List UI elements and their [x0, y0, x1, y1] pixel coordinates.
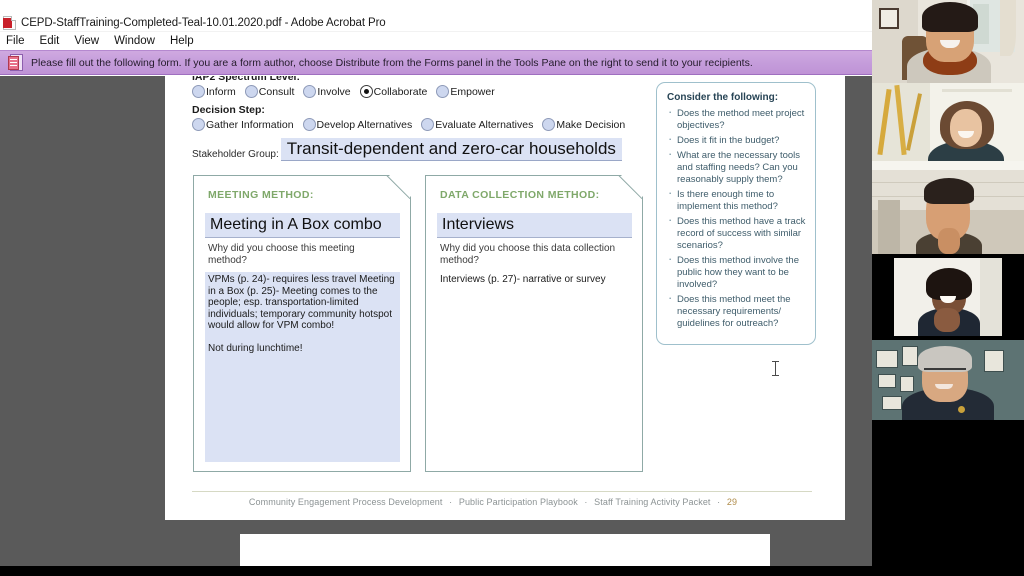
pdf-icon — [3, 15, 16, 30]
page-number: 29 — [726, 497, 738, 507]
video-tile-participant-5[interactable] — [872, 340, 1024, 420]
menu-help[interactable]: Help — [170, 35, 203, 47]
data-collection-title: DATA COLLECTION METHOD: — [440, 189, 600, 201]
footer-part-1: Community Engagement Process Development — [248, 497, 443, 507]
data-collection-card: DATA COLLECTION METHOD: Interviews Why d… — [425, 175, 643, 472]
video-frame — [872, 170, 1024, 254]
form-document-icon — [8, 54, 23, 71]
meeting-method-input[interactable]: Meeting in A Box combo — [205, 213, 400, 238]
consider-heading: Consider the following: — [667, 92, 779, 103]
radio-make-decision[interactable] — [542, 118, 556, 131]
radio-label-gather-information: Gather Information — [206, 118, 294, 131]
consider-item: Does this method meet the necessary requ… — [667, 292, 807, 330]
video-frame — [872, 254, 1024, 340]
meeting-method-question: Why did you choose this meeting method? — [208, 243, 355, 266]
menu-bar: File Edit View Window Help — [0, 33, 872, 49]
radio-gather-information[interactable] — [192, 118, 205, 131]
page-footer: Community Engagement Process Development… — [165, 497, 845, 507]
radio-label-make-decision: Make Decision — [556, 118, 626, 131]
radio-option-inform[interactable]: Inform — [192, 85, 236, 98]
footer-separator: · — [449, 497, 453, 507]
stakeholder-input[interactable]: Transit-dependent and zero-car household… — [280, 138, 622, 161]
video-frame — [872, 340, 1024, 420]
consider-list: Does the method meet project objectives?… — [667, 106, 807, 330]
radio-option-make-decision[interactable]: Make Decision — [542, 118, 625, 131]
pdf-page: IAP2 Spectrum Level: Inform Consult Invo… — [165, 76, 845, 520]
radio-option-consult[interactable]: Consult — [244, 85, 295, 98]
radio-empower[interactable] — [436, 85, 450, 98]
radio-collaborate[interactable] — [359, 85, 373, 98]
footer-part-3: Staff Training Activity Packet — [594, 497, 711, 507]
consider-item: Does this method involve the public how … — [667, 253, 807, 291]
radio-label-collaborate: Collaborate — [373, 85, 428, 98]
video-participant-strip — [872, 0, 1024, 576]
notification-message: Please fill out the following form. If y… — [31, 56, 753, 69]
bottom-black-bar — [0, 566, 1024, 576]
menu-file[interactable]: File — [6, 35, 34, 47]
video-frame — [872, 83, 1024, 170]
radio-option-collaborate[interactable]: Collaborate — [359, 85, 428, 98]
form-notification-bar: Please fill out the following form. If y… — [0, 50, 872, 75]
radio-option-evaluate-alternatives[interactable]: Evaluate Alternatives — [421, 118, 533, 131]
menu-view[interactable]: View — [74, 35, 108, 47]
radio-option-gather-information[interactable]: Gather Information — [192, 118, 294, 131]
consider-panel: Consider the following: Does the method … — [656, 82, 816, 345]
radio-option-involve[interactable]: Involve — [303, 85, 351, 98]
footer-divider — [192, 491, 812, 492]
video-tile-participant-2[interactable] — [872, 83, 1024, 170]
video-tile-participant-3[interactable] — [872, 170, 1024, 254]
menu-edit[interactable]: Edit — [40, 35, 69, 47]
title-bar: CEPD-StaffTraining-Completed-Teal-10.01.… — [0, 14, 872, 32]
radio-label-evaluate-alternatives: Evaluate Alternatives — [435, 118, 534, 131]
consider-item: Does it fit in the budget? — [667, 133, 807, 147]
screen: CEPD-StaffTraining-Completed-Teal-10.01.… — [0, 0, 1024, 576]
radio-label-inform: Inform — [206, 85, 236, 98]
footer-separator: · — [584, 497, 588, 507]
radio-evaluate-alternatives[interactable] — [421, 118, 435, 131]
meeting-method-note-input[interactable]: VPMs (p. 24)- requires less travel Meeti… — [205, 272, 400, 462]
text-cursor-icon — [772, 361, 779, 376]
radio-label-empower: Empower — [450, 85, 495, 98]
data-collection-input[interactable]: Interviews — [437, 213, 632, 238]
radio-inform[interactable] — [192, 85, 205, 98]
footer-separator: · — [717, 497, 721, 507]
radio-option-empower[interactable]: Empower — [436, 85, 495, 98]
consider-item: Does the method meet project objectives? — [667, 106, 807, 132]
radio-label-consult: Consult — [258, 85, 295, 98]
video-tile-participant-4[interactable] — [872, 254, 1024, 340]
video-tile-participant-1[interactable] — [872, 0, 1024, 83]
data-collection-note-input[interactable]: Interviews (p. 27)- narrative or survey — [437, 272, 632, 462]
acrobat-window: CEPD-StaffTraining-Completed-Teal-10.01.… — [0, 0, 872, 566]
meeting-method-title: MEETING METHOD: — [208, 189, 314, 201]
stakeholder-label: Stakeholder Group: — [192, 149, 279, 160]
radio-label-involve: Involve — [317, 85, 351, 98]
radio-develop-alternatives[interactable] — [302, 118, 316, 131]
radio-involve[interactable] — [303, 85, 317, 98]
pdf-page-next — [240, 534, 770, 566]
radio-option-develop-alternatives[interactable]: Develop Alternatives — [302, 118, 413, 131]
meeting-method-card: MEETING METHOD: Meeting in A Box combo W… — [193, 175, 411, 472]
radio-consult[interactable] — [244, 85, 258, 98]
consider-item: Is there enough time to implement this m… — [667, 187, 807, 213]
menu-window[interactable]: Window — [114, 35, 164, 47]
window-title: CEPD-StaffTraining-Completed-Teal-10.01.… — [21, 16, 386, 29]
document-view[interactable]: IAP2 Spectrum Level: Inform Consult Invo… — [0, 76, 872, 566]
consider-item: What are the necessary tools and staffin… — [667, 148, 807, 186]
footer-part-2: Public Participation Playbook — [458, 497, 578, 507]
data-collection-question: Why did you choose this data collection … — [440, 243, 616, 266]
radio-label-develop-alternatives: Develop Alternatives — [316, 118, 413, 131]
video-frame — [872, 0, 1024, 83]
consider-item: Does this method have a track record of … — [667, 214, 807, 252]
